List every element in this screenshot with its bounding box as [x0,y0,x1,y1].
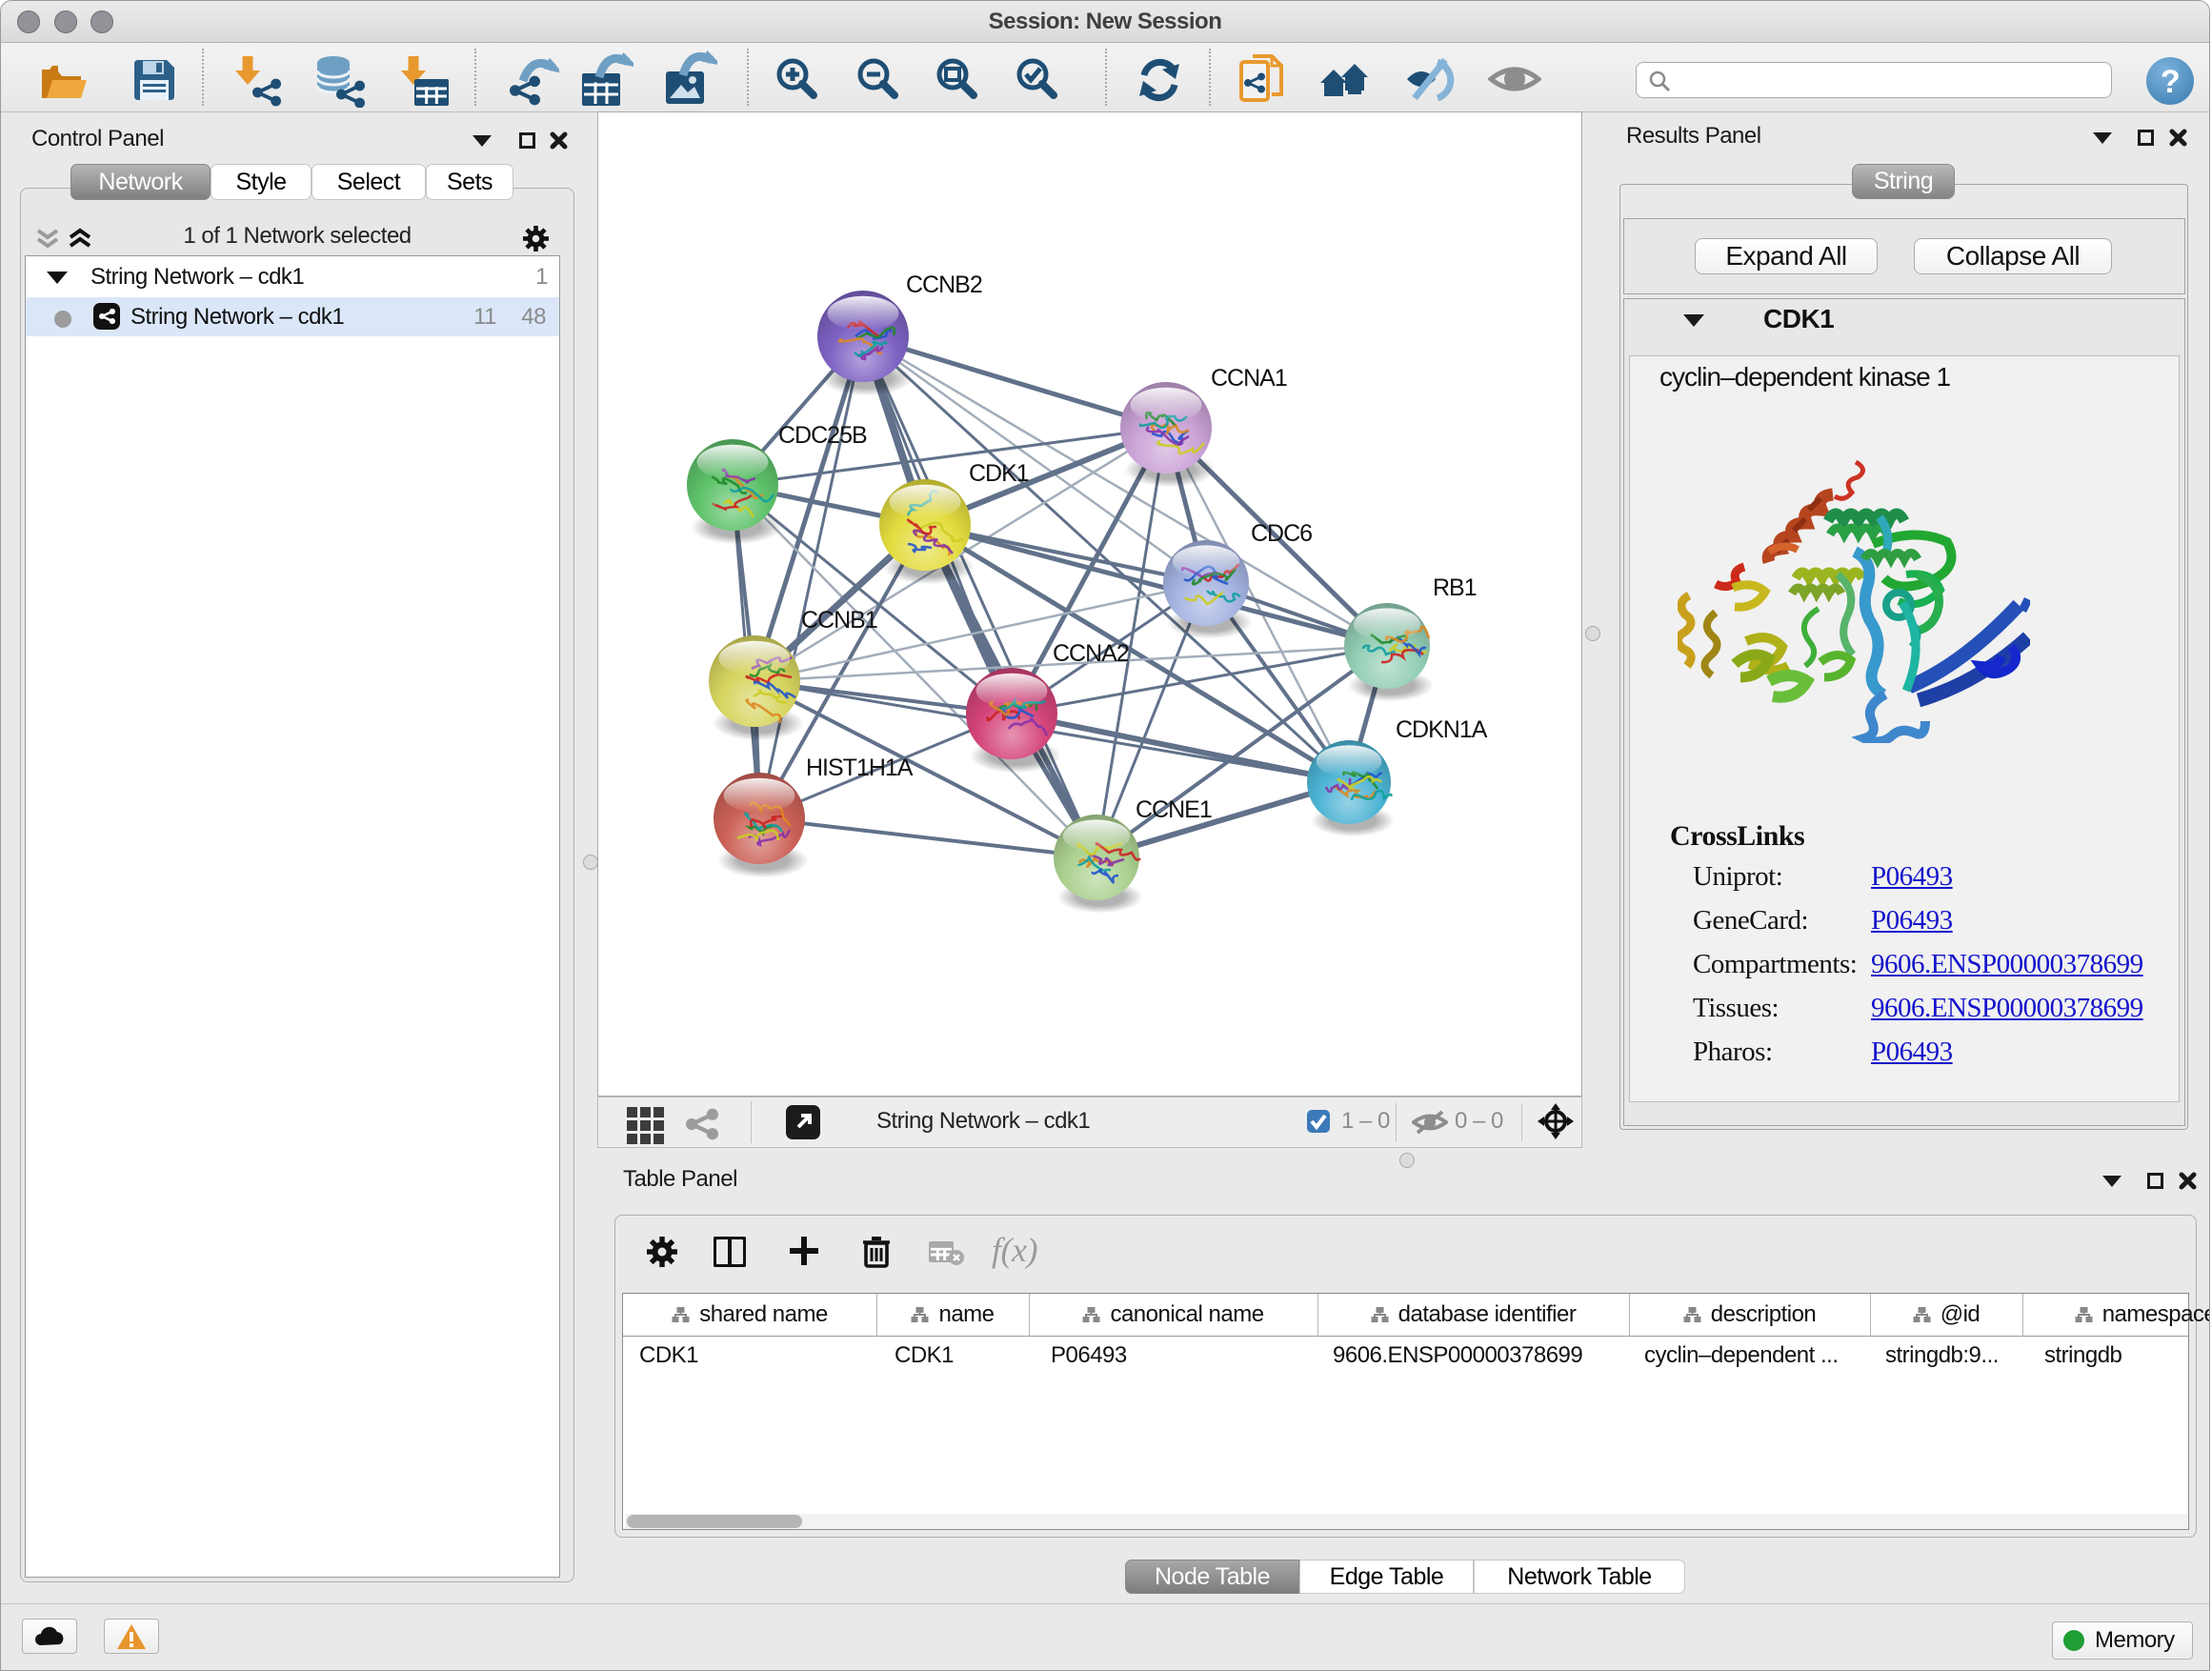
svg-text:CDK1: CDK1 [969,460,1029,487]
svg-text:CCNA1: CCNA1 [1211,365,1287,392]
svg-text:CDKN1A: CDKN1A [1396,716,1488,743]
svg-text:RB1: RB1 [1433,574,1477,601]
svg-text:HIST1H1A: HIST1H1A [806,755,914,781]
svg-text:CCNE1: CCNE1 [1136,796,1212,823]
svg-text:CCNB1: CCNB1 [801,607,877,634]
svg-text:CDC6: CDC6 [1251,520,1312,547]
svg-text:CCNB2: CCNB2 [906,272,982,298]
svg-text:CCNA2: CCNA2 [1053,640,1129,667]
svg-text:CDC25B: CDC25B [778,422,867,449]
svg-text:?: ? [2161,64,2180,100]
